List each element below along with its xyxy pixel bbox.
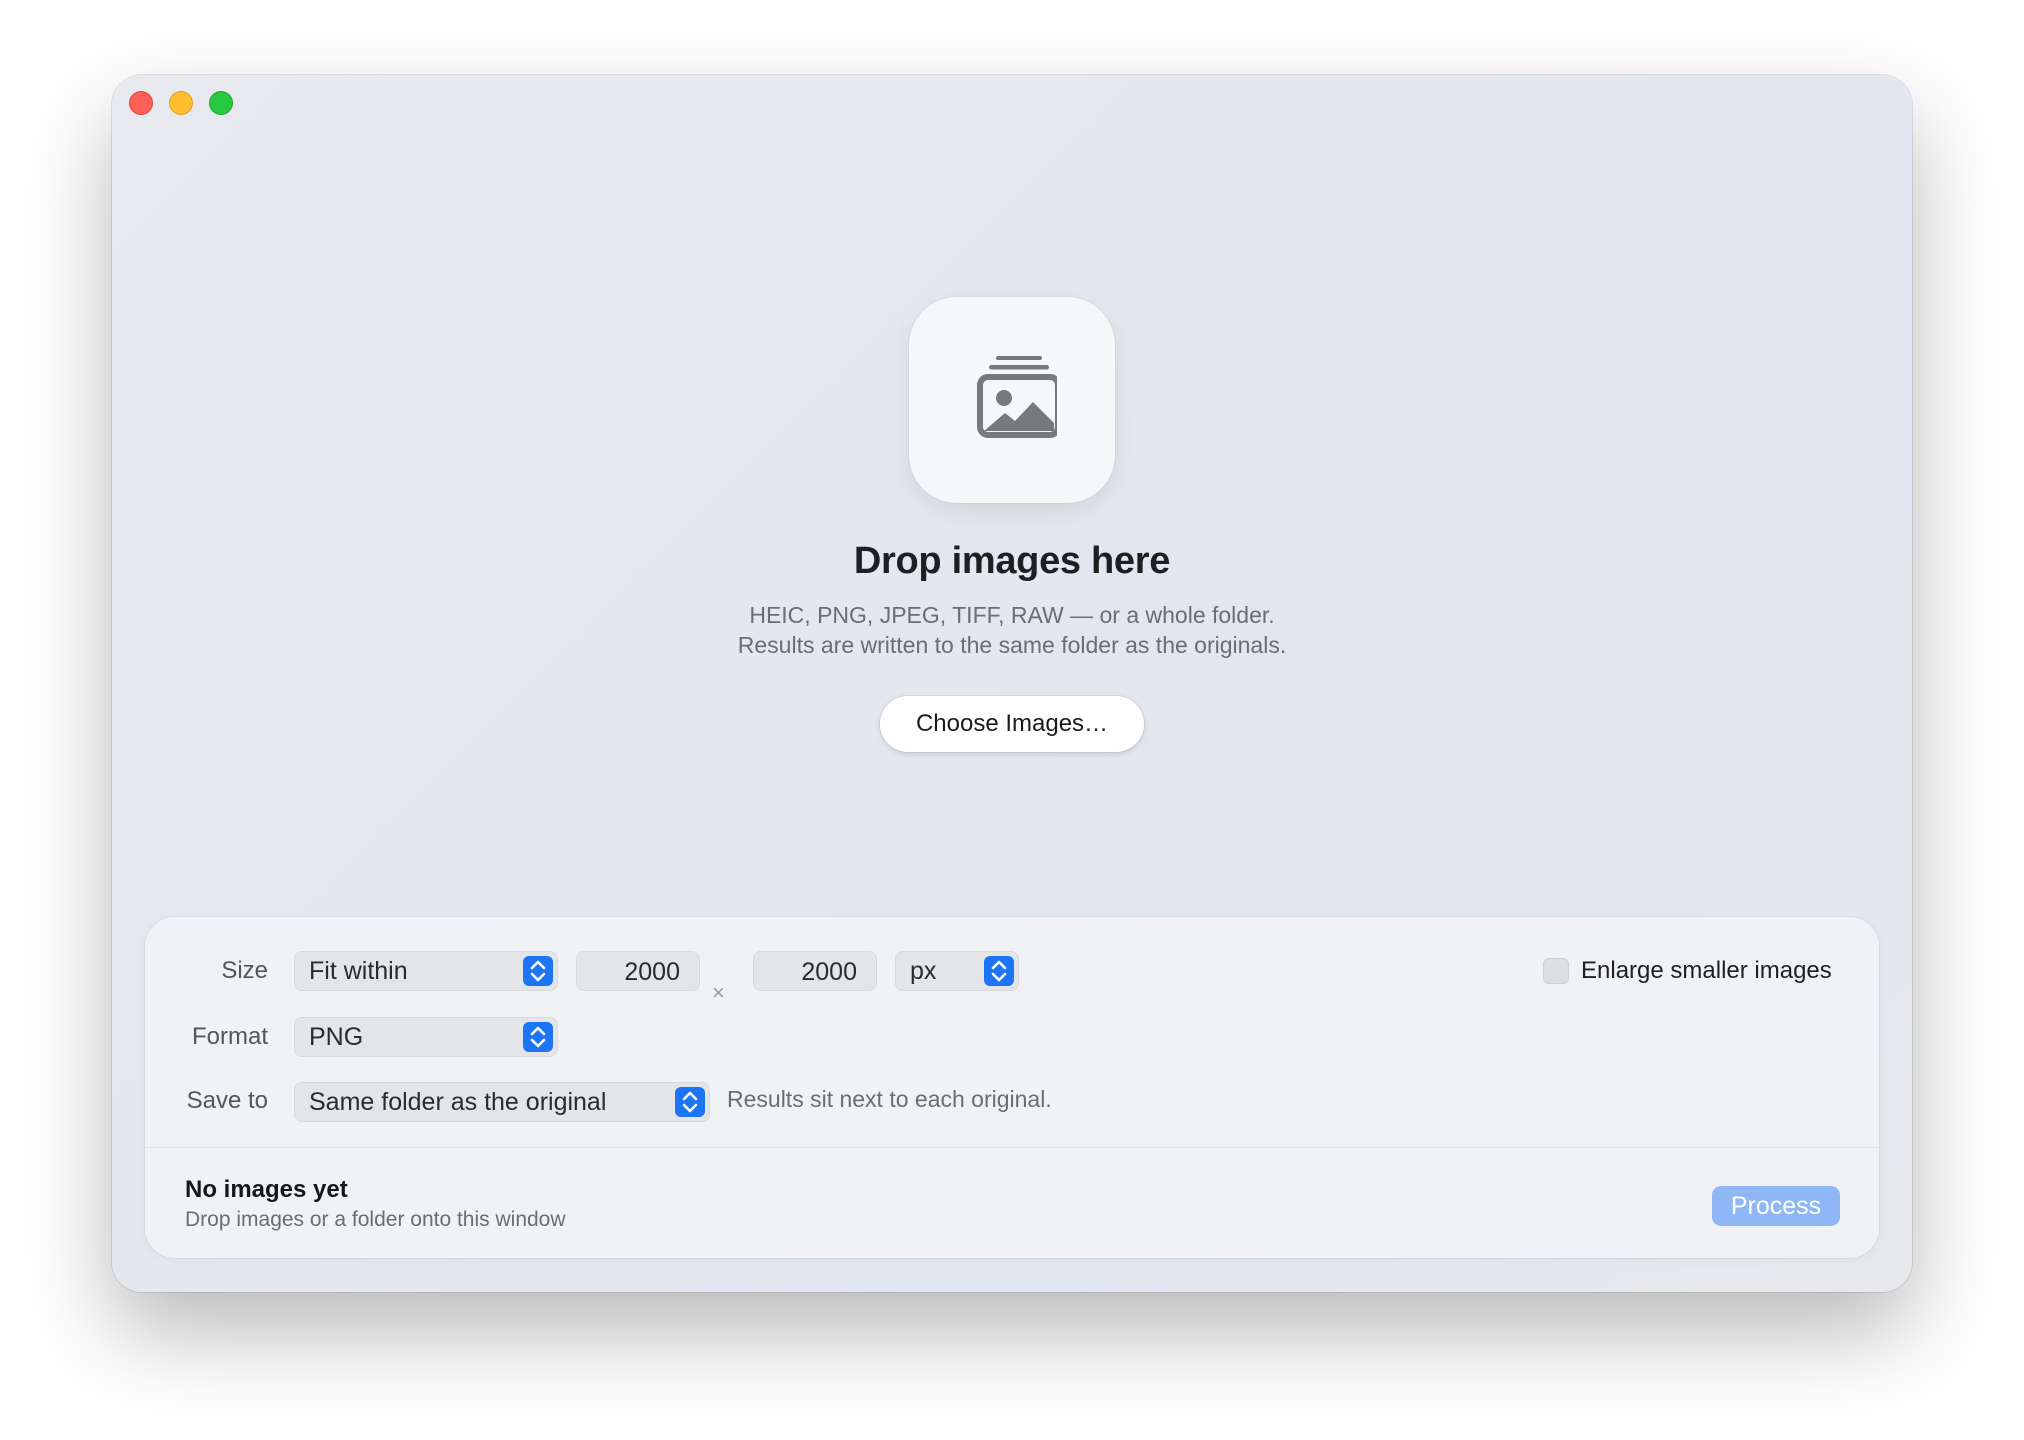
unit-value: px xyxy=(910,957,937,985)
process-button[interactable]: Process xyxy=(1712,1186,1840,1226)
status-subtitle: Drop images or a folder onto this window xyxy=(185,1208,566,1231)
enlarge-label[interactable]: Enlarge smaller images xyxy=(1581,957,1832,985)
height-field[interactable]: 2000 xyxy=(753,951,877,991)
drop-subtitle-secondary: Results are written to the same folder a… xyxy=(737,632,1287,658)
enlarge-checkbox[interactable] xyxy=(1543,958,1569,984)
size-label: Size xyxy=(221,957,268,984)
save-to-popup[interactable]: Same folder as the original xyxy=(294,1082,710,1122)
format-label: Format xyxy=(191,1023,268,1050)
panel-divider xyxy=(145,1147,1879,1148)
status-title: No images yet xyxy=(185,1176,348,1203)
size-mode-popup[interactable]: Fit within xyxy=(294,951,558,991)
drop-title: Drop images here xyxy=(853,540,1171,582)
format-value: PNG xyxy=(309,1023,364,1051)
settings-panel: Size Fit within 2000 × 2000 px Enlarge s… xyxy=(145,917,1879,1258)
unit-popup[interactable]: px xyxy=(895,951,1019,991)
minimize-button[interactable] xyxy=(169,91,193,115)
save-to-hint: Results sit next to each original. xyxy=(727,1086,1052,1112)
size-mode-chevron-icon xyxy=(523,956,553,986)
save-to-chevron-icon xyxy=(675,1087,705,1117)
photo-stack-icon xyxy=(977,356,1057,438)
format-chevron-icon xyxy=(523,1022,553,1052)
size-mode-value: Fit within xyxy=(309,957,408,985)
drop-zone-icon-card[interactable] xyxy=(909,297,1115,503)
zoom-button[interactable] xyxy=(209,91,233,115)
dimension-separator: × xyxy=(712,980,725,1005)
width-field[interactable]: 2000 xyxy=(576,951,700,991)
format-popup[interactable]: PNG xyxy=(294,1017,558,1057)
unit-chevron-icon xyxy=(984,956,1014,986)
app-window: Drop images here HEIC, PNG, JPEG, TIFF, … xyxy=(112,75,1912,1292)
close-button[interactable] xyxy=(129,91,153,115)
drop-subtitle: HEIC, PNG, JPEG, TIFF, RAW — or a whole … xyxy=(749,602,1275,628)
save-to-value: Same folder as the original xyxy=(309,1088,607,1116)
save-to-label: Save to xyxy=(186,1087,268,1114)
choose-images-button[interactable]: Choose Images… xyxy=(880,696,1144,752)
window-controls xyxy=(129,91,233,115)
